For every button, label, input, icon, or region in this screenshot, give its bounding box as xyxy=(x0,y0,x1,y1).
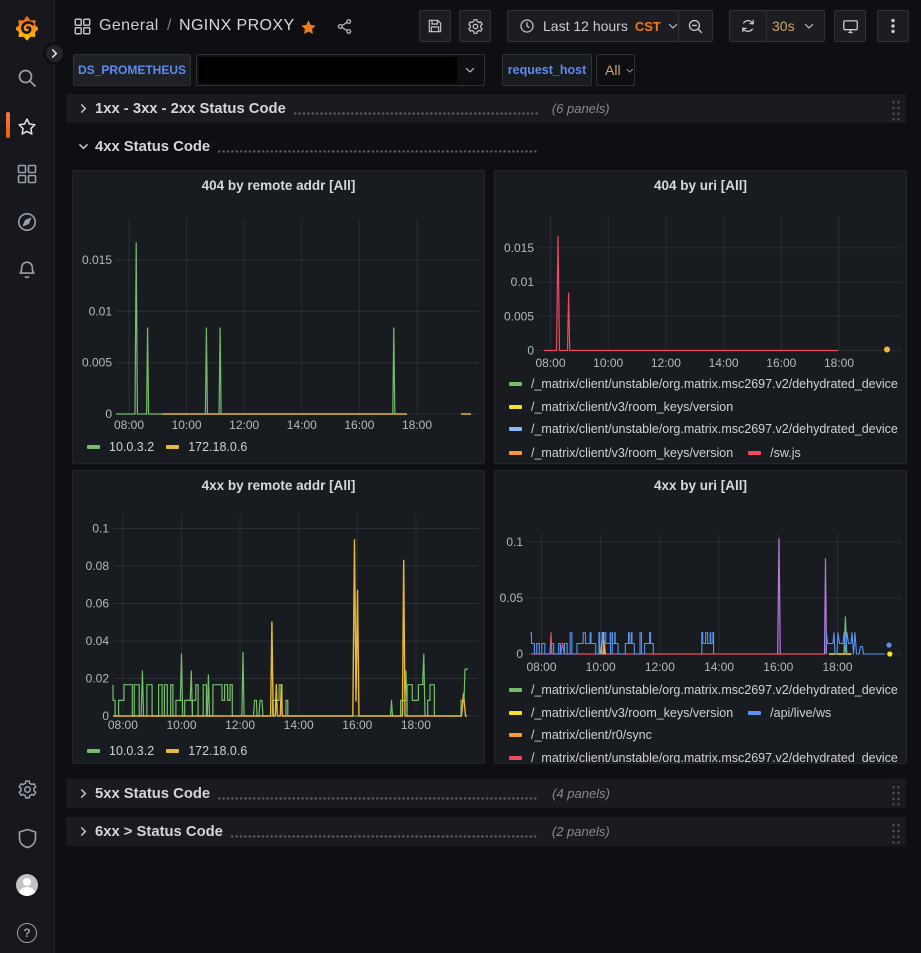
svg-text:14:00: 14:00 xyxy=(284,718,314,732)
svg-text:14:00: 14:00 xyxy=(704,660,734,674)
svg-text:12:00: 12:00 xyxy=(651,356,681,370)
svg-text:0.02: 0.02 xyxy=(86,672,110,686)
svg-text:18:00: 18:00 xyxy=(822,660,852,674)
svg-text:18:00: 18:00 xyxy=(824,356,854,370)
svg-text:16:00: 16:00 xyxy=(344,418,374,432)
svg-text:12:00: 12:00 xyxy=(229,418,259,432)
svg-text:0.015: 0.015 xyxy=(82,253,112,267)
svg-text:08:00: 08:00 xyxy=(526,660,556,674)
svg-text:0.005: 0.005 xyxy=(82,356,112,370)
svg-text:12:00: 12:00 xyxy=(645,660,675,674)
svg-text:0.05: 0.05 xyxy=(500,591,524,605)
svg-text:08:00: 08:00 xyxy=(108,718,138,732)
svg-text:0.1: 0.1 xyxy=(92,522,109,536)
svg-text:0: 0 xyxy=(527,344,534,358)
svg-text:0.01: 0.01 xyxy=(89,304,113,318)
svg-text:16:00: 16:00 xyxy=(766,356,796,370)
svg-text:0.08: 0.08 xyxy=(86,559,110,573)
svg-text:08:00: 08:00 xyxy=(114,418,144,432)
svg-text:0: 0 xyxy=(105,407,112,421)
svg-text:0.005: 0.005 xyxy=(504,309,534,323)
svg-text:0.04: 0.04 xyxy=(86,634,110,648)
svg-text:16:00: 16:00 xyxy=(763,660,793,674)
svg-text:10:00: 10:00 xyxy=(172,418,202,432)
svg-text:0.015: 0.015 xyxy=(504,241,534,255)
svg-text:08:00: 08:00 xyxy=(535,356,565,370)
svg-text:10:00: 10:00 xyxy=(586,660,616,674)
svg-text:0: 0 xyxy=(516,647,523,661)
svg-text:18:00: 18:00 xyxy=(401,718,431,732)
svg-text:10:00: 10:00 xyxy=(593,356,623,370)
svg-text:0.06: 0.06 xyxy=(86,597,110,611)
svg-text:14:00: 14:00 xyxy=(287,418,317,432)
svg-text:12:00: 12:00 xyxy=(225,718,255,732)
svg-text:14:00: 14:00 xyxy=(709,356,739,370)
svg-text:0.1: 0.1 xyxy=(506,535,523,549)
svg-text:18:00: 18:00 xyxy=(402,418,432,432)
svg-text:10:00: 10:00 xyxy=(166,718,196,732)
svg-text:0.01: 0.01 xyxy=(511,275,535,289)
svg-text:16:00: 16:00 xyxy=(342,718,372,732)
